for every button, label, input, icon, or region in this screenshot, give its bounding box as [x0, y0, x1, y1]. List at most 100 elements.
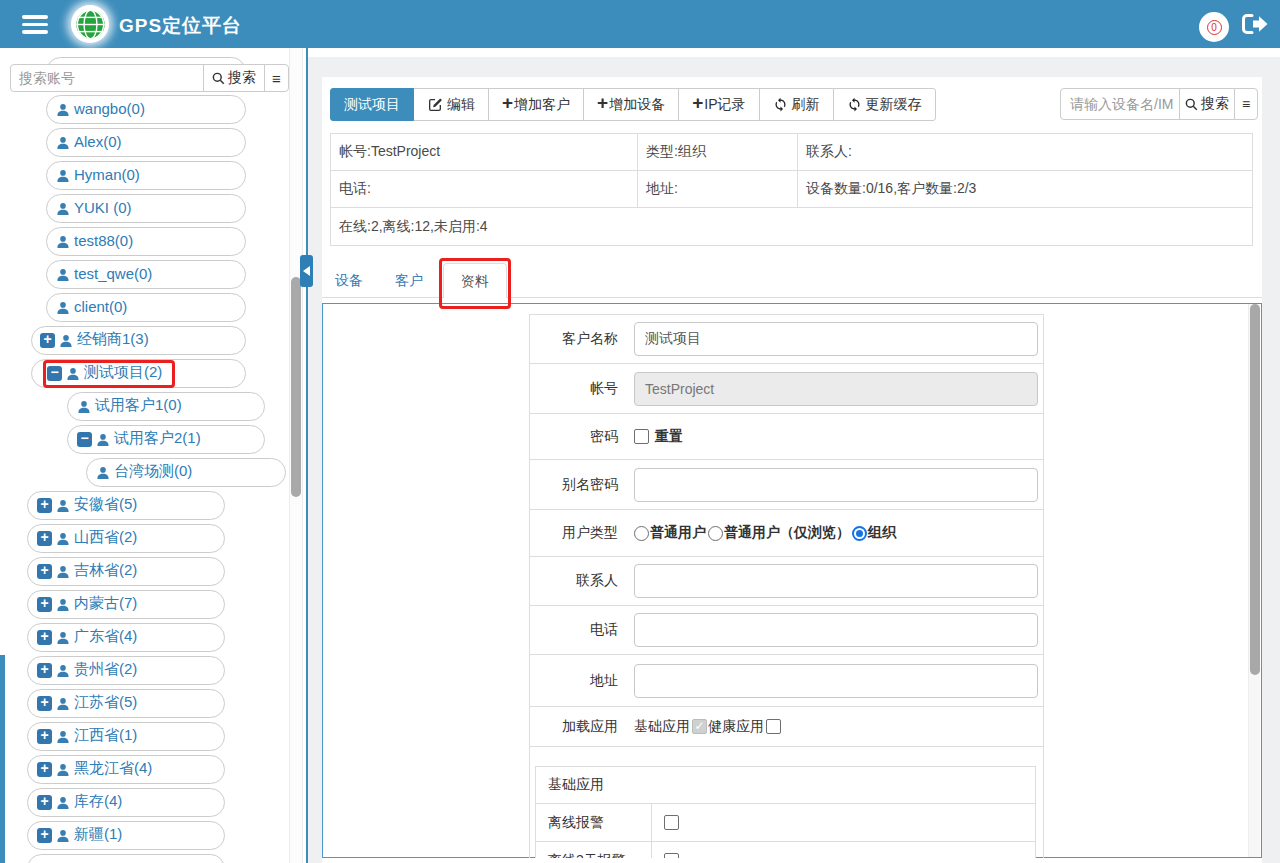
form-input-电话[interactable]: [634, 613, 1038, 647]
expand-icon[interactable]: +: [37, 762, 52, 777]
tree-item-label: 内蒙古(7): [74, 594, 137, 613]
tree-item-partial-bottom[interactable]: [27, 854, 225, 863]
tree-item[interactable]: +新疆(1): [27, 821, 225, 850]
tree-item-label: 黑龙江省(4): [74, 759, 152, 778]
tab-device[interactable]: 设备: [335, 263, 363, 297]
form-input-别名密码[interactable]: [634, 468, 1038, 502]
notification-badge[interactable]: 0: [1199, 12, 1229, 42]
toolbar-button-plus[interactable]: +增加客户: [488, 88, 584, 121]
expand-icon[interactable]: +: [37, 564, 52, 579]
device-search-input[interactable]: [1060, 88, 1180, 120]
form-label: 用户类型: [530, 510, 628, 556]
tree-item[interactable]: test88(0): [46, 227, 246, 256]
user-icon: [56, 268, 74, 282]
tree-item[interactable]: wangbo(0): [46, 95, 246, 124]
tree-item-label: Hyman(0): [74, 166, 140, 183]
device-search-button[interactable]: 搜索: [1179, 88, 1235, 120]
sidebar-scrollbar-thumb[interactable]: [291, 277, 301, 497]
tree-item[interactable]: Alex(0): [46, 128, 246, 157]
expand-icon[interactable]: +: [40, 333, 55, 348]
user-icon: [56, 235, 74, 249]
app-checkbox[interactable]: ✓: [692, 719, 707, 734]
user-icon: [77, 400, 95, 414]
section-checkbox[interactable]: [664, 853, 679, 858]
toolbar: 测试项目编辑+增加客户+增加设备+IP记录刷新更新缓存: [330, 88, 936, 121]
tree-item-label: 江苏省(5): [74, 693, 137, 712]
toolbar-button-current[interactable]: 测试项目: [330, 88, 414, 121]
radio-option[interactable]: [708, 526, 723, 541]
tree-item[interactable]: + 江苏省(5): [27, 689, 225, 718]
form-label: 电话: [530, 606, 628, 654]
account-search-input[interactable]: [10, 64, 204, 92]
tree-item[interactable]: client(0): [46, 293, 246, 322]
tree-item-label: wangbo(0): [74, 100, 145, 117]
tree-item[interactable]: + 内蒙古(7): [27, 590, 225, 619]
tree-item-label: YUKI (0): [74, 199, 132, 216]
tree-item[interactable]: +吉林省(2): [27, 557, 225, 586]
tree-item[interactable]: +江西省(1): [27, 722, 225, 751]
expand-icon[interactable]: +: [37, 630, 52, 645]
tree-item[interactable]: + 山西省(2): [27, 524, 225, 553]
tree-item[interactable]: 试用客户1(0): [67, 392, 265, 421]
tree-item[interactable]: +广东省(4): [27, 623, 225, 652]
panel-scrollbar-thumb[interactable]: [1250, 304, 1260, 675]
form-input-地址[interactable]: [634, 664, 1038, 698]
tree-item[interactable]: − 试用客户2(1): [67, 425, 265, 454]
panel-scrollbar[interactable]: [1248, 304, 1260, 857]
main-top-strip: [306, 48, 1280, 57]
account-search-menu-button[interactable]: ≡: [264, 64, 289, 92]
tree-item[interactable]: Hyman(0): [46, 161, 246, 190]
form-row: 用户类型普通用户普通用户（仅浏览）组织: [530, 510, 1043, 557]
collapse-icon[interactable]: −: [77, 432, 92, 447]
menu-toggle-icon[interactable]: [22, 15, 48, 34]
tab-customer[interactable]: 客户: [395, 263, 423, 297]
expand-icon[interactable]: +: [37, 531, 52, 546]
tree-item[interactable]: + 黑龙江省(4): [27, 755, 225, 784]
expand-icon[interactable]: +: [37, 795, 52, 810]
tree-item-label: 山西省(2): [74, 528, 137, 547]
tree-item[interactable]: +安徽省(5): [27, 491, 225, 520]
reset-checkbox[interactable]: [634, 429, 649, 444]
content-box: 测试项目编辑+增加客户+增加设备+IP记录刷新更新缓存 搜索 ≡ 帐号:Test…: [322, 77, 1262, 863]
device-search-menu-button[interactable]: ≡: [1234, 88, 1258, 120]
radio-selected[interactable]: [852, 526, 867, 541]
basic-apps-section: 基础应用离线报警离线3天报警: [535, 766, 1036, 858]
toolbar-button-plus[interactable]: +增加设备: [583, 88, 679, 121]
toolbar-button-edit[interactable]: 编辑: [413, 88, 489, 121]
tree-item-label: test_qwe(0): [74, 265, 152, 282]
tree-item[interactable]: −测试项目(2): [31, 359, 246, 388]
tree-item[interactable]: +贵州省(2): [27, 656, 225, 685]
tree-item[interactable]: test_qwe(0): [46, 260, 246, 289]
header-bar: GPS定位平台 0: [0, 0, 1280, 48]
expand-icon[interactable]: +: [37, 498, 52, 513]
expand-icon[interactable]: +: [37, 597, 52, 612]
tree-item[interactable]: YUKI (0): [46, 194, 246, 223]
tree-item-label: 试用客户2(1): [114, 429, 201, 448]
form-input-帐号[interactable]: [634, 372, 1038, 406]
toolbar-button-refresh[interactable]: 刷新: [759, 88, 834, 121]
expand-icon[interactable]: +: [37, 729, 52, 744]
expand-icon[interactable]: +: [37, 828, 52, 843]
user-icon: [56, 664, 74, 678]
tree-item[interactable]: +库存(4): [27, 788, 225, 817]
tab-profile[interactable]: 资料: [443, 263, 507, 298]
expand-icon[interactable]: +: [37, 696, 52, 711]
app-checkbox[interactable]: [766, 719, 781, 734]
left-edge-scrollbar[interactable]: [0, 655, 5, 863]
info-type: 类型:组织: [638, 134, 798, 170]
logout-icon[interactable]: [1241, 13, 1269, 35]
collapse-icon[interactable]: −: [47, 366, 62, 381]
toolbar-button-refresh[interactable]: 更新缓存: [833, 88, 936, 121]
tree-item[interactable]: 台湾场测(0): [86, 458, 286, 487]
sidebar-collapse-handle[interactable]: [300, 255, 313, 287]
sidebar-scrollbar[interactable]: [289, 48, 303, 863]
radio-option[interactable]: [634, 526, 649, 541]
section-checkbox[interactable]: [664, 815, 679, 830]
form-input-客户名称[interactable]: [634, 322, 1038, 356]
form-input-联系人[interactable]: [634, 564, 1038, 598]
toolbar-button-plus[interactable]: +IP记录: [678, 88, 759, 121]
account-search-button[interactable]: 搜索: [203, 64, 265, 92]
expand-icon[interactable]: +: [37, 663, 52, 678]
radio-label: 组织: [868, 524, 896, 542]
tree-item[interactable]: +经销商1(3): [31, 326, 246, 355]
